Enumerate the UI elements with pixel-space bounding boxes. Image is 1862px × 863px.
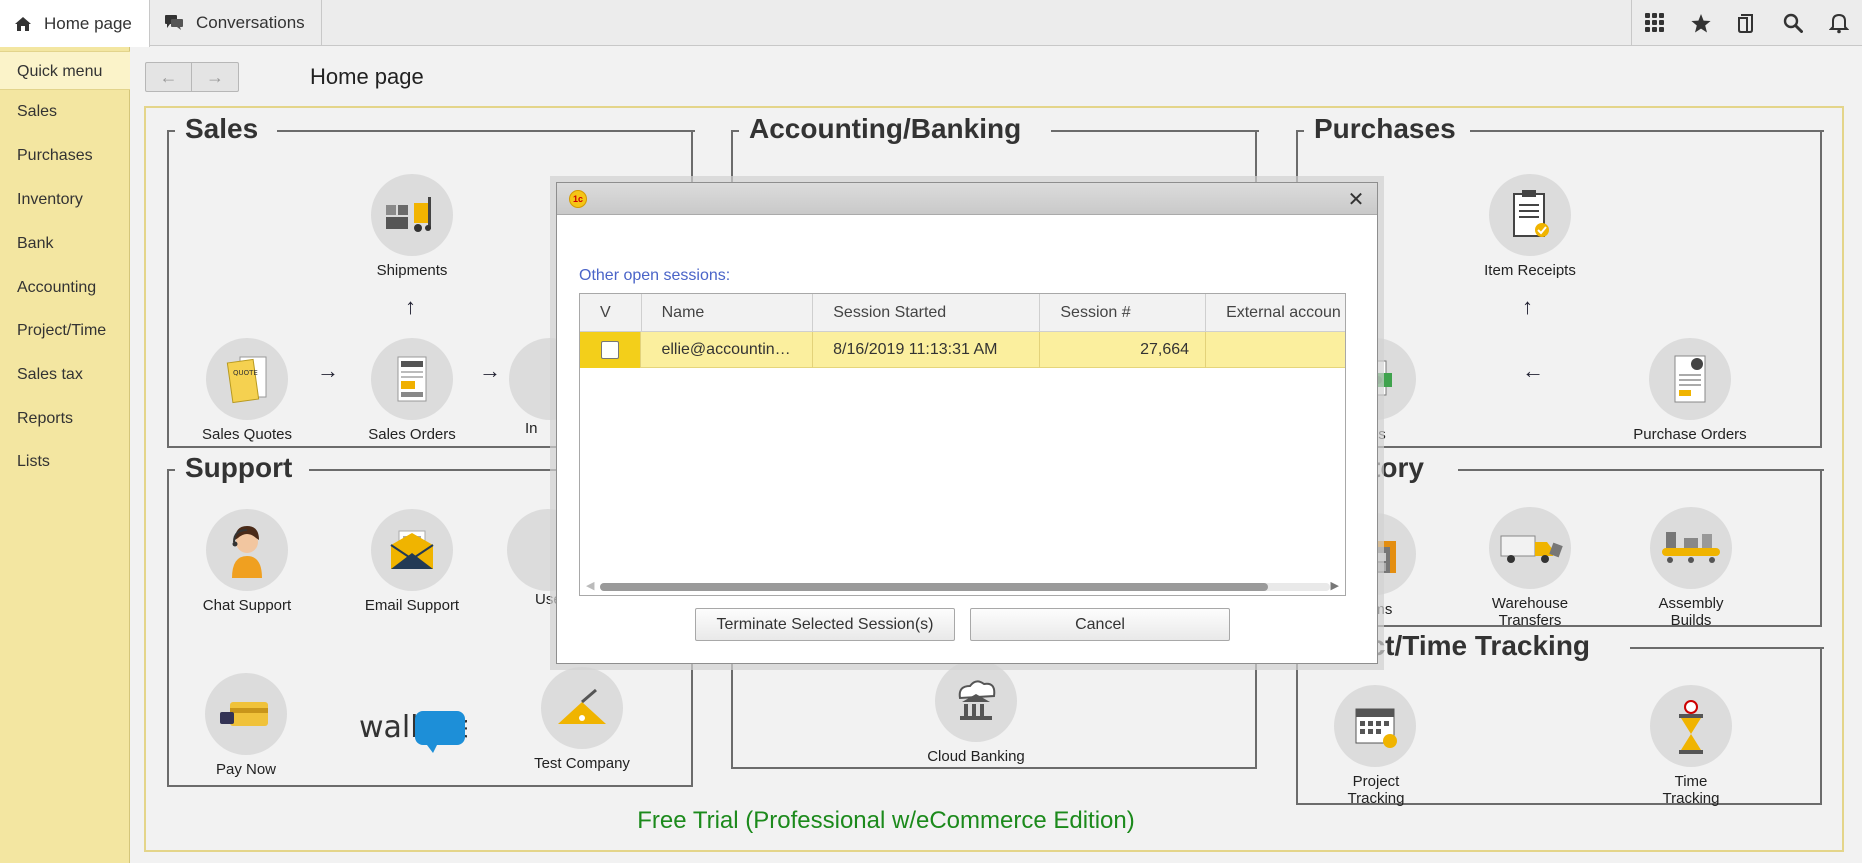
app-logo-icon: 1c [569,190,587,208]
history-nav: ← → [145,62,239,92]
external-account-cell [1206,332,1345,368]
tab-label: Conversations [196,13,305,32]
scroll-thumb[interactable] [600,583,1268,591]
item-receipts-item[interactable]: Item Receipts [1455,174,1605,279]
shipments-icon [371,174,453,256]
arrow-right-icon: → [317,358,339,383]
sidebar-item-project-time[interactable]: Project/Time [17,322,106,340]
purchase-orders-item[interactable]: Purchase Orders [1615,338,1765,443]
column-header[interactable]: Session # [1040,294,1207,332]
sales-orders-icon [371,338,453,420]
chat-support-item[interactable]: Chat Support [172,509,322,614]
sidebar-item-lists[interactable]: Lists [17,453,50,471]
time-tracking-item[interactable]: Time Tracking [1616,685,1766,807]
group-title: ect/Time Tracking [1344,631,1601,661]
scroll-left-icon[interactable]: ◀ [586,579,594,592]
star-icon[interactable] [1678,0,1724,46]
cancel-button[interactable]: Cancel [970,608,1230,641]
column-header[interactable]: Name [642,294,814,332]
toolbar [1631,0,1862,46]
sidebar-item-quick-menu[interactable]: Quick menu [0,51,130,90]
group-title: Support [175,453,303,483]
sessions-dialog: 1c ✕ Other open sessions: V Name Session… [556,182,1378,664]
apps-grid-icon[interactable] [1632,0,1678,46]
sidebar-item-sales[interactable]: Sales [17,103,57,121]
warehouse-transfers-item[interactable]: Warehouse Transfers [1455,507,1605,629]
sidebar-item-reports[interactable]: Reports [17,410,73,428]
home-icon [14,16,32,32]
session-started-cell: 8/16/2019 11:13:31 AM [813,332,1041,368]
horizontal-scrollbar[interactable]: ◀ ▶ [580,577,1345,595]
row-checkbox[interactable] [601,341,620,359]
tab-label: Home page [44,13,132,33]
support-agent-icon [206,509,288,591]
session-number-cell: 27,664 [1040,332,1207,368]
row-select-cell[interactable] [580,332,642,368]
shipments-item[interactable]: Shipments [337,174,487,279]
sidebar-item-inventory[interactable]: Inventory [17,191,83,209]
dialog-caption: Other open sessions: [579,267,731,284]
search-icon[interactable] [1770,0,1816,46]
clipboard-icon [1489,174,1571,256]
envelope-icon [371,509,453,591]
truck-icon [1489,507,1571,589]
group-title: Accounting/Banking [739,114,1032,144]
dialog-header: 1c ✕ [557,183,1377,215]
table-header: V Name Session Started Session # Externa… [580,294,1345,332]
arrow-up-icon: ↑ [405,294,416,319]
column-header[interactable]: Session Started [813,294,1041,332]
tab-conversations[interactable]: Conversations [150,0,322,46]
sales-orders-item[interactable]: Sales Orders [337,338,487,443]
arrow-up-icon: ↑ [1522,294,1533,319]
sidebar-item-accounting[interactable]: Accounting [17,279,96,297]
scroll-track[interactable] [600,583,1330,591]
table-row[interactable]: ellie@accountin… 8/16/2019 11:13:31 AM 2… [580,332,1345,368]
walkme-icon: walkme [359,710,475,753]
project-tracking-item[interactable]: Project Tracking [1334,685,1418,807]
tab-home-page[interactable]: Home page [0,0,150,47]
credit-card-icon [205,673,287,755]
purchase-order-icon [1649,338,1731,420]
name-cell: ellie@accountin… [641,332,814,368]
email-support-item[interactable]: Email Support [337,509,487,614]
page-title: Home page [310,64,424,89]
arrow-left-icon: ← [1522,358,1544,383]
sidebar-item-bank[interactable]: Bank [17,235,53,253]
free-trial-banner: Free Trial (Professional w/eCommerce Edi… [637,807,1135,834]
column-header[interactable]: External accoun [1206,294,1345,332]
cloud-banking-item[interactable]: Cloud Banking [901,660,1051,765]
scroll-right-icon[interactable]: ▶ [1331,579,1339,592]
pie-chart-icon [541,667,623,749]
column-header[interactable]: V [580,294,642,332]
chat-icon [164,14,184,32]
group-title: Purchases [1304,114,1466,144]
bell-icon[interactable] [1816,0,1862,46]
forward-button[interactable]: → [192,63,238,91]
pay-now-item[interactable]: Pay Now [171,673,321,778]
arrow-right-icon: → [479,358,501,383]
sidebar-item-purchases[interactable]: Purchases [17,147,93,165]
sales-quotes-item[interactable]: QUOTE Sales Quotes [172,338,322,443]
sidebar: Quick menu Sales Purchases Inventory Ban… [0,47,130,863]
group-project-time-tracking: ect/Time Tracking Project Tracking Time … [1296,631,1824,807]
cloud-bank-icon [935,660,1017,742]
close-icon[interactable]: ✕ [1345,187,1367,212]
hourglass-icon [1650,685,1732,767]
group-title: Sales [175,114,269,144]
top-bar: Home page Conversations [0,0,1862,47]
history-icon[interactable] [1724,0,1770,46]
walkme-logo[interactable]: walkme [337,701,487,757]
sessions-table: V Name Session Started Session # Externa… [579,293,1346,596]
calendar-icon [1334,685,1416,767]
sales-quotes-icon: QUOTE [206,338,288,420]
assembly-builds-item[interactable]: Assembly Builds [1616,507,1766,629]
svg-text:QUOTE: QUOTE [233,369,258,377]
sidebar-item-sales-tax[interactable]: Sales tax [17,366,83,384]
back-button[interactable]: ← [146,63,192,91]
terminate-sessions-button[interactable]: Terminate Selected Session(s) [695,608,955,641]
conveyor-icon [1650,507,1732,589]
test-company-item[interactable]: Test Company [507,667,657,772]
